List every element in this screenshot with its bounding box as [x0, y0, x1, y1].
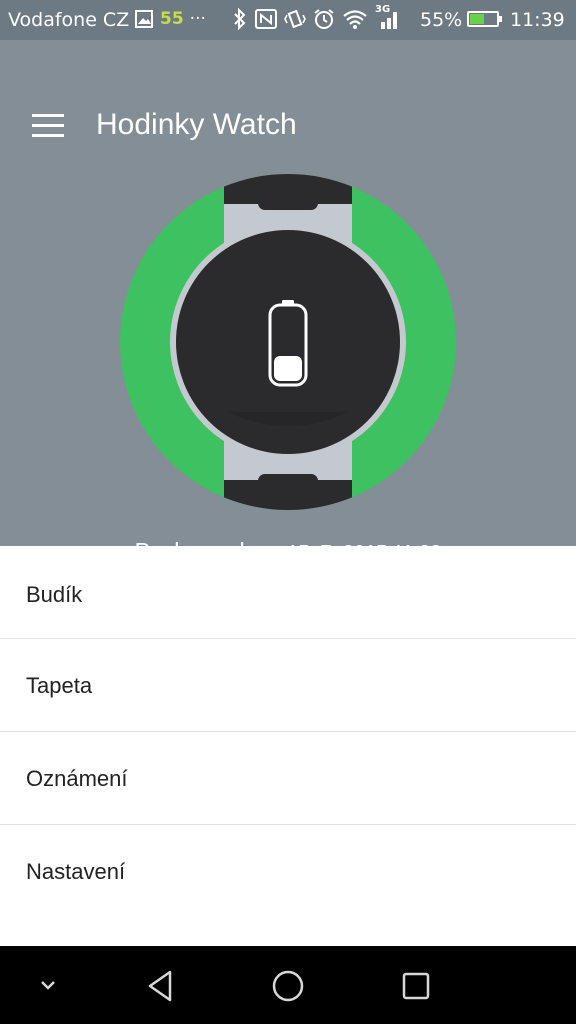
app-header: Hodinky Watch Posl. synchro 15. 7. 2015 … [0, 40, 576, 564]
more-notifications-icon: ··· [189, 9, 206, 29]
hamburger-menu-button[interactable] [28, 112, 66, 140]
battery-fill [470, 14, 485, 24]
carrier-name: Vodafone CZ [8, 9, 130, 31]
alarm-icon [314, 9, 334, 29]
gallery-icon [135, 10, 153, 28]
list-item-label: Nastavení [26, 859, 126, 884]
menu-list: Budík Tapeta Oznámení Nastavení [0, 546, 576, 917]
wifi-icon [343, 10, 367, 29]
list-item-label: Budík [26, 582, 83, 607]
watch-battery-fill [274, 356, 302, 381]
list-item-label: Tapeta [26, 673, 93, 698]
notification-icons: 55 ··· [134, 9, 206, 29]
home-icon[interactable] [268, 966, 308, 1006]
strap-lug-top [258, 196, 318, 210]
battery-percent: 55% [420, 9, 463, 31]
status-bar: Vodafone CZ 55 ··· 3G 55% 11:39 [0, 0, 576, 40]
back-icon[interactable] [140, 966, 180, 1006]
battery-icon [467, 11, 502, 27]
list-item-label: Oznámení [26, 766, 128, 791]
hamburger-icon-line [32, 134, 64, 137]
vibrate-icon [284, 9, 306, 29]
system-icons: 3G [232, 4, 401, 30]
notification-count: 55 [160, 9, 184, 29]
list-item-tapeta[interactable]: Tapeta [0, 639, 576, 732]
bluetooth-icon [234, 8, 246, 30]
watch-illustration [120, 174, 456, 510]
navigation-bar [0, 946, 576, 1024]
nfc-icon [255, 9, 277, 29]
signal-bars-icon [381, 12, 397, 29]
list-item-nastaveni[interactable]: Nastavení [0, 825, 576, 917]
list-item-oznameni[interactable]: Oznámení [0, 732, 576, 825]
cell-signal: 3G [375, 4, 401, 30]
app-title: Hodinky Watch [96, 108, 297, 141]
chevron-down-icon[interactable] [28, 966, 68, 1006]
list-item-budik[interactable]: Budík [0, 546, 576, 639]
hamburger-icon-line [32, 124, 64, 127]
recents-icon[interactable] [396, 966, 436, 1006]
strap-lug-bottom [258, 474, 318, 488]
hamburger-icon-line [32, 114, 64, 117]
status-clock: 11:39 [510, 9, 565, 31]
